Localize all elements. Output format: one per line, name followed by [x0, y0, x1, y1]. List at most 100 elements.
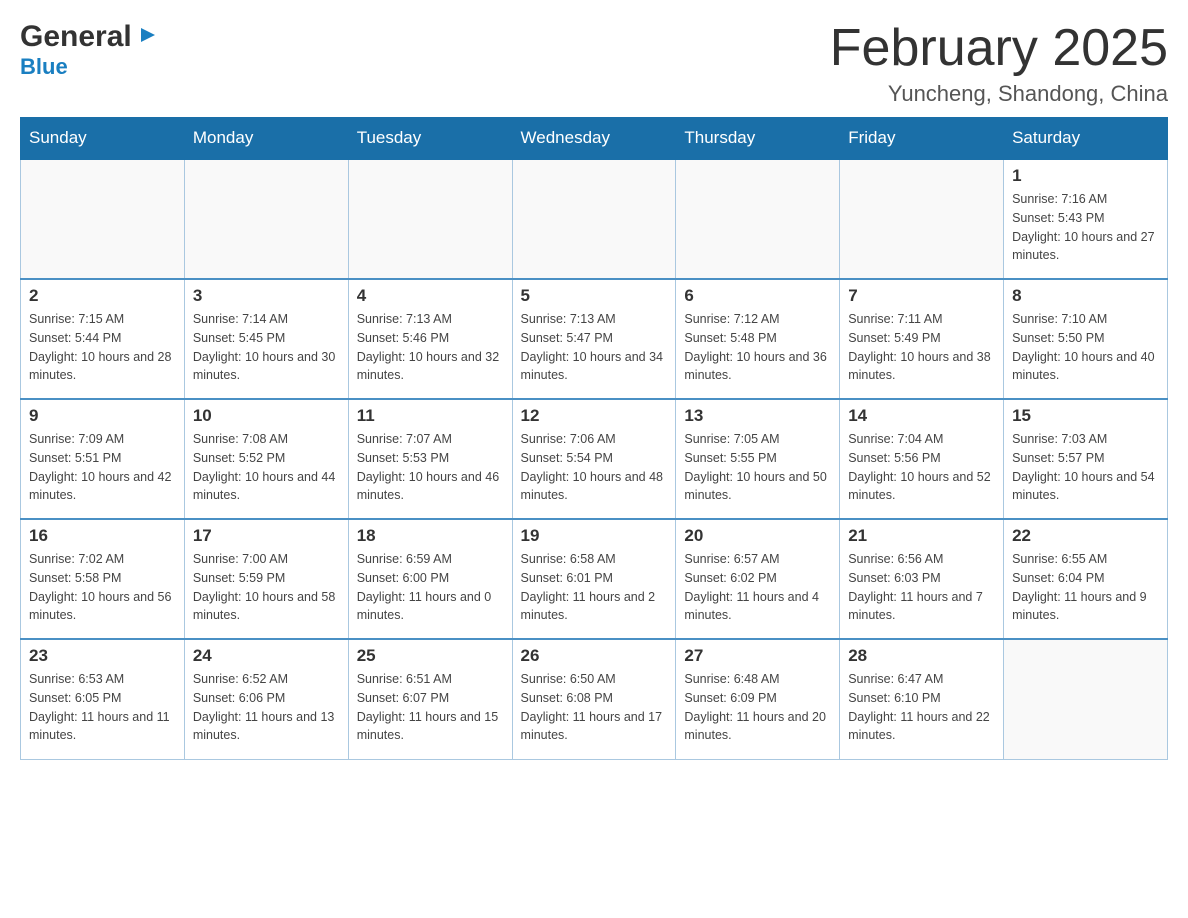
day-number: 16	[29, 526, 176, 546]
weekday-header-friday: Friday	[840, 118, 1004, 160]
day-number: 21	[848, 526, 995, 546]
calendar-cell: 15Sunrise: 7:03 AMSunset: 5:57 PMDayligh…	[1004, 399, 1168, 519]
day-info: Sunrise: 7:16 AMSunset: 5:43 PMDaylight:…	[1012, 190, 1159, 265]
title-block: February 2025 Yuncheng, Shandong, China	[830, 20, 1168, 107]
calendar-cell: 20 Sunrise: 6:57 AMSunset: 6:02 PMDayligh…	[676, 519, 840, 639]
calendar-cell: 9 Sunrise: 7:09 AMSunset: 5:51 PMDaylight…	[21, 399, 185, 519]
day-number: 2	[29, 286, 176, 306]
day-number: 19	[521, 526, 668, 546]
day-info: Sunrise: 7:13 AMSunset: 5:46 PMDaylight:…	[357, 310, 504, 385]
day-number: 27	[684, 646, 831, 666]
day-info: Sunrise: 6:52 AMSunset: 6:06 PMDaylight:…	[193, 670, 340, 745]
day-number: 3	[193, 286, 340, 306]
calendar-cell	[21, 159, 185, 279]
day-info: Sunrise: 7:13 AMSunset: 5:47 PMDaylight:…	[521, 310, 668, 385]
calendar-cell: 14 Sunrise: 7:04 AMSunset: 5:56 PMDayligh…	[840, 399, 1004, 519]
day-number: 14	[848, 406, 995, 426]
day-info: Sunrise: 7:11 AMSunset: 5:49 PMDaylight:…	[848, 310, 995, 385]
day-info: Sunrise: 7:10 AMSunset: 5:50 PMDaylight:…	[1012, 310, 1159, 385]
day-info: Sunrise: 7:07 AMSunset: 5:53 PMDaylight:…	[357, 430, 504, 505]
day-number: 28	[848, 646, 995, 666]
day-number: 17	[193, 526, 340, 546]
page-header: General Blue February 2025 Yuncheng, Sha…	[20, 20, 1168, 107]
calendar-cell: 16Sunrise: 7:02 AMSunset: 5:58 PMDayligh…	[21, 519, 185, 639]
calendar-cell: 24 Sunrise: 6:52 AMSunset: 6:06 PMDayligh…	[184, 639, 348, 759]
calendar-week-row: 16Sunrise: 7:02 AMSunset: 5:58 PMDayligh…	[21, 519, 1168, 639]
logo-blue-text: Blue	[20, 54, 68, 79]
weekday-header-sunday: Sunday	[21, 118, 185, 160]
calendar-cell	[512, 159, 676, 279]
day-info: Sunrise: 7:00 AMSunset: 5:59 PMDaylight:…	[193, 550, 340, 625]
weekday-header-row: SundayMondayTuesdayWednesdayThursdayFrid…	[21, 118, 1168, 160]
calendar-cell: 25 Sunrise: 6:51 AMSunset: 6:07 PMDayligh…	[348, 639, 512, 759]
day-number: 9	[29, 406, 176, 426]
day-number: 10	[193, 406, 340, 426]
calendar-cell: 10 Sunrise: 7:08 AMSunset: 5:52 PMDayligh…	[184, 399, 348, 519]
weekday-header-tuesday: Tuesday	[348, 118, 512, 160]
calendar-cell: 19 Sunrise: 6:58 AMSunset: 6:01 PMDayligh…	[512, 519, 676, 639]
day-number: 20	[684, 526, 831, 546]
calendar-cell: 22 Sunrise: 6:55 AMSunset: 6:04 PMDayligh…	[1004, 519, 1168, 639]
day-info: Sunrise: 7:06 AMSunset: 5:54 PMDaylight:…	[521, 430, 668, 505]
day-number: 18	[357, 526, 504, 546]
calendar-cell: 4 Sunrise: 7:13 AMSunset: 5:46 PMDaylight…	[348, 279, 512, 399]
day-info: Sunrise: 6:53 AMSunset: 6:05 PMDaylight:…	[29, 670, 176, 745]
day-number: 6	[684, 286, 831, 306]
day-number: 15	[1012, 406, 1159, 426]
day-info: Sunrise: 7:14 AMSunset: 5:45 PMDaylight:…	[193, 310, 340, 385]
day-info: Sunrise: 7:08 AMSunset: 5:52 PMDaylight:…	[193, 430, 340, 505]
calendar-cell: 3 Sunrise: 7:14 AMSunset: 5:45 PMDaylight…	[184, 279, 348, 399]
logo-arrow-icon	[135, 24, 157, 51]
day-number: 5	[521, 286, 668, 306]
day-number: 1	[1012, 166, 1159, 186]
day-number: 11	[357, 406, 504, 426]
day-number: 24	[193, 646, 340, 666]
day-info: Sunrise: 6:48 AMSunset: 6:09 PMDaylight:…	[684, 670, 831, 745]
weekday-header-thursday: Thursday	[676, 118, 840, 160]
day-number: 22	[1012, 526, 1159, 546]
calendar-cell: 11 Sunrise: 7:07 AMSunset: 5:53 PMDayligh…	[348, 399, 512, 519]
logo: General Blue	[20, 20, 157, 80]
day-info: Sunrise: 7:04 AMSunset: 5:56 PMDaylight:…	[848, 430, 995, 505]
calendar-cell: 21 Sunrise: 6:56 AMSunset: 6:03 PMDayligh…	[840, 519, 1004, 639]
day-info: Sunrise: 6:57 AMSunset: 6:02 PMDaylight:…	[684, 550, 831, 625]
calendar-cell: 5 Sunrise: 7:13 AMSunset: 5:47 PMDaylight…	[512, 279, 676, 399]
calendar-cell	[676, 159, 840, 279]
day-info: Sunrise: 7:09 AMSunset: 5:51 PMDaylight:…	[29, 430, 176, 505]
calendar-cell: 23Sunrise: 6:53 AMSunset: 6:05 PMDayligh…	[21, 639, 185, 759]
calendar-cell: 12 Sunrise: 7:06 AMSunset: 5:54 PMDayligh…	[512, 399, 676, 519]
calendar-cell	[840, 159, 1004, 279]
calendar-cell: 6 Sunrise: 7:12 AMSunset: 5:48 PMDaylight…	[676, 279, 840, 399]
day-number: 13	[684, 406, 831, 426]
weekday-header-saturday: Saturday	[1004, 118, 1168, 160]
day-info: Sunrise: 7:12 AMSunset: 5:48 PMDaylight:…	[684, 310, 831, 385]
weekday-header-monday: Monday	[184, 118, 348, 160]
day-info: Sunrise: 6:50 AMSunset: 6:08 PMDaylight:…	[521, 670, 668, 745]
calendar-cell: 2Sunrise: 7:15 AMSunset: 5:44 PMDaylight…	[21, 279, 185, 399]
calendar-cell: 8 Sunrise: 7:10 AMSunset: 5:50 PMDaylight…	[1004, 279, 1168, 399]
calendar-cell: 28 Sunrise: 6:47 AMSunset: 6:10 PMDayligh…	[840, 639, 1004, 759]
day-info: Sunrise: 6:58 AMSunset: 6:01 PMDaylight:…	[521, 550, 668, 625]
day-info: Sunrise: 6:56 AMSunset: 6:03 PMDaylight:…	[848, 550, 995, 625]
calendar-cell: 26 Sunrise: 6:50 AMSunset: 6:08 PMDayligh…	[512, 639, 676, 759]
calendar-cell: 1 Sunrise: 7:16 AMSunset: 5:43 PMDaylight…	[1004, 159, 1168, 279]
day-info: Sunrise: 7:05 AMSunset: 5:55 PMDaylight:…	[684, 430, 831, 505]
calendar-week-row: 2Sunrise: 7:15 AMSunset: 5:44 PMDaylight…	[21, 279, 1168, 399]
calendar-cell: 27 Sunrise: 6:48 AMSunset: 6:09 PMDayligh…	[676, 639, 840, 759]
day-info: Sunrise: 6:47 AMSunset: 6:10 PMDaylight:…	[848, 670, 995, 745]
location-subtitle: Yuncheng, Shandong, China	[830, 81, 1168, 107]
day-number: 4	[357, 286, 504, 306]
calendar-week-row: 9 Sunrise: 7:09 AMSunset: 5:51 PMDaylight…	[21, 399, 1168, 519]
calendar-cell: 7Sunrise: 7:11 AMSunset: 5:49 PMDaylight…	[840, 279, 1004, 399]
calendar-cell	[348, 159, 512, 279]
day-number: 25	[357, 646, 504, 666]
day-number: 26	[521, 646, 668, 666]
day-number: 12	[521, 406, 668, 426]
day-number: 8	[1012, 286, 1159, 306]
calendar-cell	[1004, 639, 1168, 759]
calendar-cell	[184, 159, 348, 279]
day-info: Sunrise: 6:55 AMSunset: 6:04 PMDaylight:…	[1012, 550, 1159, 625]
day-info: Sunrise: 6:51 AMSunset: 6:07 PMDaylight:…	[357, 670, 504, 745]
calendar-cell: 18Sunrise: 6:59 AMSunset: 6:00 PMDayligh…	[348, 519, 512, 639]
calendar-week-row: 1 Sunrise: 7:16 AMSunset: 5:43 PMDaylight…	[21, 159, 1168, 279]
